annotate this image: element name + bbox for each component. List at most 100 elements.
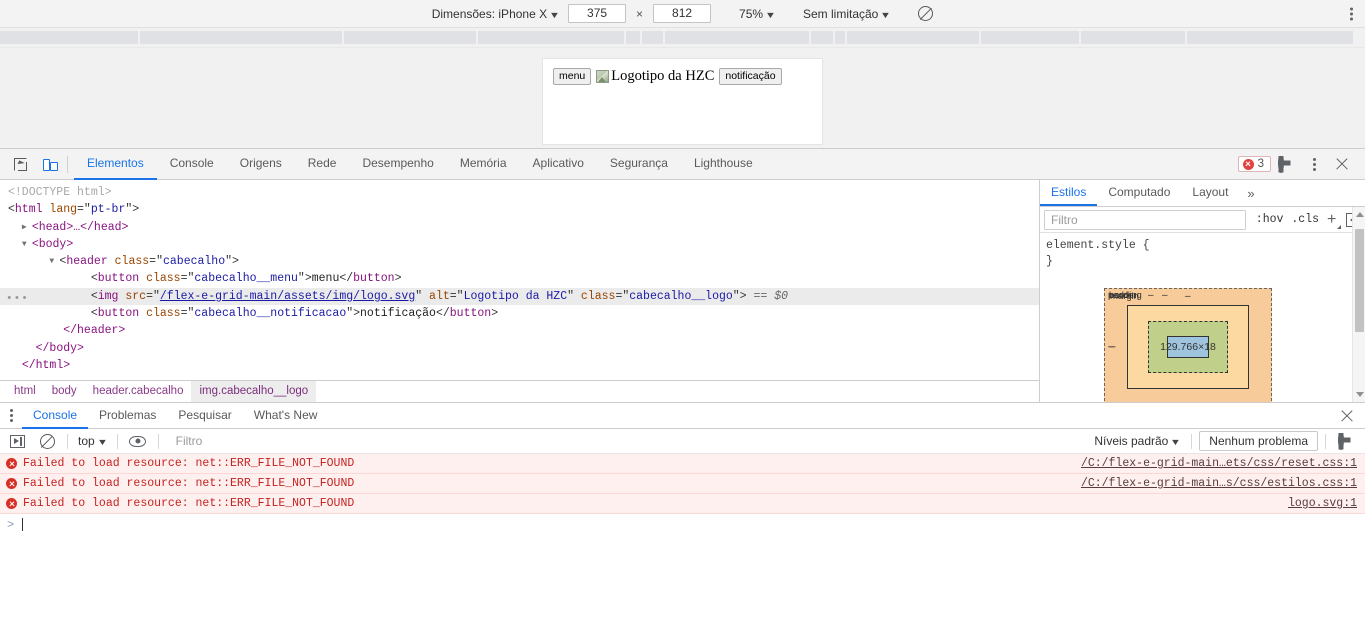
console-message-source-link[interactable]: logo.svg:1	[1288, 497, 1357, 510]
media-query-segment[interactable]	[344, 31, 478, 44]
throttling-selector[interactable]: Sem limitação ▼	[803, 7, 891, 21]
media-query-segment[interactable]	[811, 31, 835, 44]
media-query-segment[interactable]	[847, 31, 981, 44]
zoom-selector[interactable]: 75% ▼	[739, 7, 776, 21]
tab-console[interactable]: Console	[157, 149, 227, 180]
live-expression-button[interactable]	[125, 429, 151, 453]
media-query-segment[interactable]	[626, 31, 642, 44]
tab-origens[interactable]: Origens	[227, 149, 295, 180]
console-message-source-link[interactable]: /C:/flex-e-grid-main…ets/css/reset.css:1	[1081, 457, 1357, 470]
drawer-tab-whats-new[interactable]: What's New	[243, 403, 329, 429]
drawer-menu-button[interactable]	[0, 409, 22, 422]
element-style-rule-open[interactable]: element.style {	[1046, 238, 1365, 254]
box-model-margin-top[interactable]: –	[1185, 291, 1191, 302]
page-menu-button[interactable]: menu	[553, 68, 592, 86]
viewport-width-input[interactable]: 375	[568, 4, 627, 23]
console-message-source-link[interactable]: /C:/flex-e-grid-main…s/css/estilos.css:1	[1081, 477, 1357, 490]
img-src-link[interactable]: /flex-e-grid-main/assets/img/logo.svg	[160, 290, 415, 303]
dom-line-button-menu[interactable]: <button class="cabecalho__menu">menu</bu…	[0, 270, 1039, 287]
dom-tree[interactable]: <!DOCTYPE html> <html lang="pt-br"> ▶ <he…	[0, 180, 1039, 380]
breadcrumb-item-img[interactable]: img.cabecalho__logo	[191, 381, 317, 402]
media-query-segment[interactable]	[1081, 31, 1187, 44]
tab-seguranca[interactable]: Segurança	[597, 149, 681, 180]
console-filter-input[interactable]: Filtro	[166, 432, 1087, 451]
drawer-tab-pesquisar[interactable]: Pesquisar	[167, 403, 242, 429]
devtools-settings-button[interactable]	[1273, 152, 1299, 176]
box-model-padding-left[interactable]: –	[1108, 342, 1114, 353]
box-model-margin[interactable]: margin – – – border – – – padding	[1104, 288, 1361, 402]
console-sidebar-button[interactable]	[4, 429, 30, 453]
tab-desempenho[interactable]: Desempenho	[349, 149, 446, 180]
tab-layout[interactable]: Layout	[1181, 180, 1239, 206]
no-sign-icon[interactable]	[918, 6, 934, 21]
tab-memoria[interactable]: Memória	[447, 149, 520, 180]
expand-arrow-icon[interactable]: ▶	[22, 219, 32, 236]
dimensions-selector[interactable]: Dimensões: iPhone X ▼	[432, 7, 560, 21]
page-logo-broken-image[interactable]: Logotipo da HZC	[596, 68, 714, 85]
drawer-close-button[interactable]	[1340, 409, 1365, 423]
box-model-content-size[interactable]: 129.766×18	[1160, 336, 1216, 358]
breadcrumb-item-html[interactable]: html	[6, 381, 44, 402]
media-query-segment[interactable]	[140, 31, 344, 44]
chevron-double-right-icon[interactable]: »	[1239, 180, 1262, 206]
tab-aplicativo[interactable]: Aplicativo	[520, 149, 597, 180]
tab-computado[interactable]: Computado	[1097, 180, 1181, 206]
dom-line-header-open[interactable]: ▼ <header class="cabecalho">	[0, 253, 1039, 270]
class-toggle-button[interactable]: .cls	[1287, 213, 1323, 226]
console-context-selector[interactable]: top ▼	[75, 434, 110, 448]
drawer-tab-problemas[interactable]: Problemas	[88, 403, 167, 429]
collapse-arrow-icon[interactable]: ▼	[49, 253, 59, 270]
media-query-segment[interactable]	[835, 31, 847, 44]
styles-scrollbar[interactable]	[1352, 207, 1365, 402]
page-notification-button[interactable]: notificação	[719, 68, 782, 86]
box-model-border[interactable]: border – – – padding – – – 129.766×18	[1108, 290, 1361, 389]
console-message-row[interactable]: Failed to load resource: net::ERR_FILE_N…	[0, 474, 1365, 494]
scrollbar-thumb[interactable]	[1355, 229, 1364, 332]
device-toolbar-menu-button[interactable]	[1350, 7, 1353, 20]
drawer-tab-console[interactable]: Console	[22, 403, 89, 429]
dom-line-html-open[interactable]: <html lang="pt-br">	[0, 201, 1039, 218]
console-message-row[interactable]: Failed to load resource: net::ERR_FILE_N…	[0, 494, 1365, 514]
page-viewport[interactable]: menu Logotipo da HZC notificação	[542, 58, 823, 145]
tab-estilos[interactable]: Estilos	[1040, 180, 1098, 206]
tab-rede[interactable]: Rede	[295, 149, 350, 180]
clear-console-button[interactable]	[34, 429, 60, 453]
inspect-element-button[interactable]	[7, 152, 33, 176]
dom-line-html-close[interactable]: </html>	[0, 357, 1039, 374]
box-model-padding-top[interactable]: –	[1148, 290, 1154, 301]
media-query-segment[interactable]	[478, 31, 626, 44]
box-model-padding[interactable]: padding – – – 129.766×18	[1108, 290, 1361, 373]
dom-line-body-open[interactable]: ▼ <body>	[0, 236, 1039, 253]
media-query-segment[interactable]	[665, 31, 811, 44]
hover-state-button[interactable]: :hov	[1252, 213, 1288, 226]
issues-button[interactable]: Nenhum problema	[1199, 431, 1318, 451]
scroll-up-arrow-icon[interactable]	[1356, 212, 1364, 217]
console-settings-button[interactable]	[1333, 429, 1359, 453]
scroll-down-arrow-icon[interactable]	[1356, 392, 1364, 397]
dom-line-img-logo[interactable]: ••• <img src="/flex-e-grid-main/assets/i…	[0, 287, 1039, 306]
console-levels-selector[interactable]: Níveis padrão ▼	[1090, 434, 1184, 448]
dom-line-header-close[interactable]: </header>	[0, 322, 1039, 339]
media-query-inspector[interactable]	[0, 28, 1365, 48]
media-query-segment[interactable]	[981, 31, 1081, 44]
tab-lighthouse[interactable]: Lighthouse	[681, 149, 766, 180]
tab-elementos[interactable]: Elementos	[74, 149, 157, 180]
console-message-row[interactable]: Failed to load resource: net::ERR_FILE_N…	[0, 454, 1365, 474]
media-query-segment[interactable]	[1187, 31, 1355, 44]
media-query-segment[interactable]	[642, 31, 665, 44]
dom-line-doctype[interactable]: <!DOCTYPE html>	[0, 184, 1039, 201]
error-count-badge[interactable]: 3	[1237, 156, 1271, 172]
new-style-rule-button[interactable]: +	[1323, 211, 1342, 229]
styles-filter-input[interactable]: Filtro	[1044, 209, 1246, 230]
dom-line-button-notificacao[interactable]: <button class="cabecalho__notificacao">n…	[0, 305, 1039, 322]
dom-line-head[interactable]: ▶ <head>…</head>	[0, 219, 1039, 236]
box-model-diagram[interactable]: margin – – – border – – – padding	[1104, 288, 1365, 402]
devtools-more-button[interactable]	[1301, 152, 1327, 176]
console-prompt[interactable]: >	[0, 514, 1365, 535]
toggle-device-toolbar-button[interactable]	[37, 152, 63, 176]
dom-line-body-close[interactable]: </body>	[0, 340, 1039, 357]
viewport-height-input[interactable]: 812	[653, 4, 712, 23]
collapse-arrow-icon[interactable]: ▼	[22, 236, 32, 253]
box-model-border-top[interactable]: –	[1162, 290, 1168, 301]
devtools-close-button[interactable]	[1329, 152, 1355, 176]
